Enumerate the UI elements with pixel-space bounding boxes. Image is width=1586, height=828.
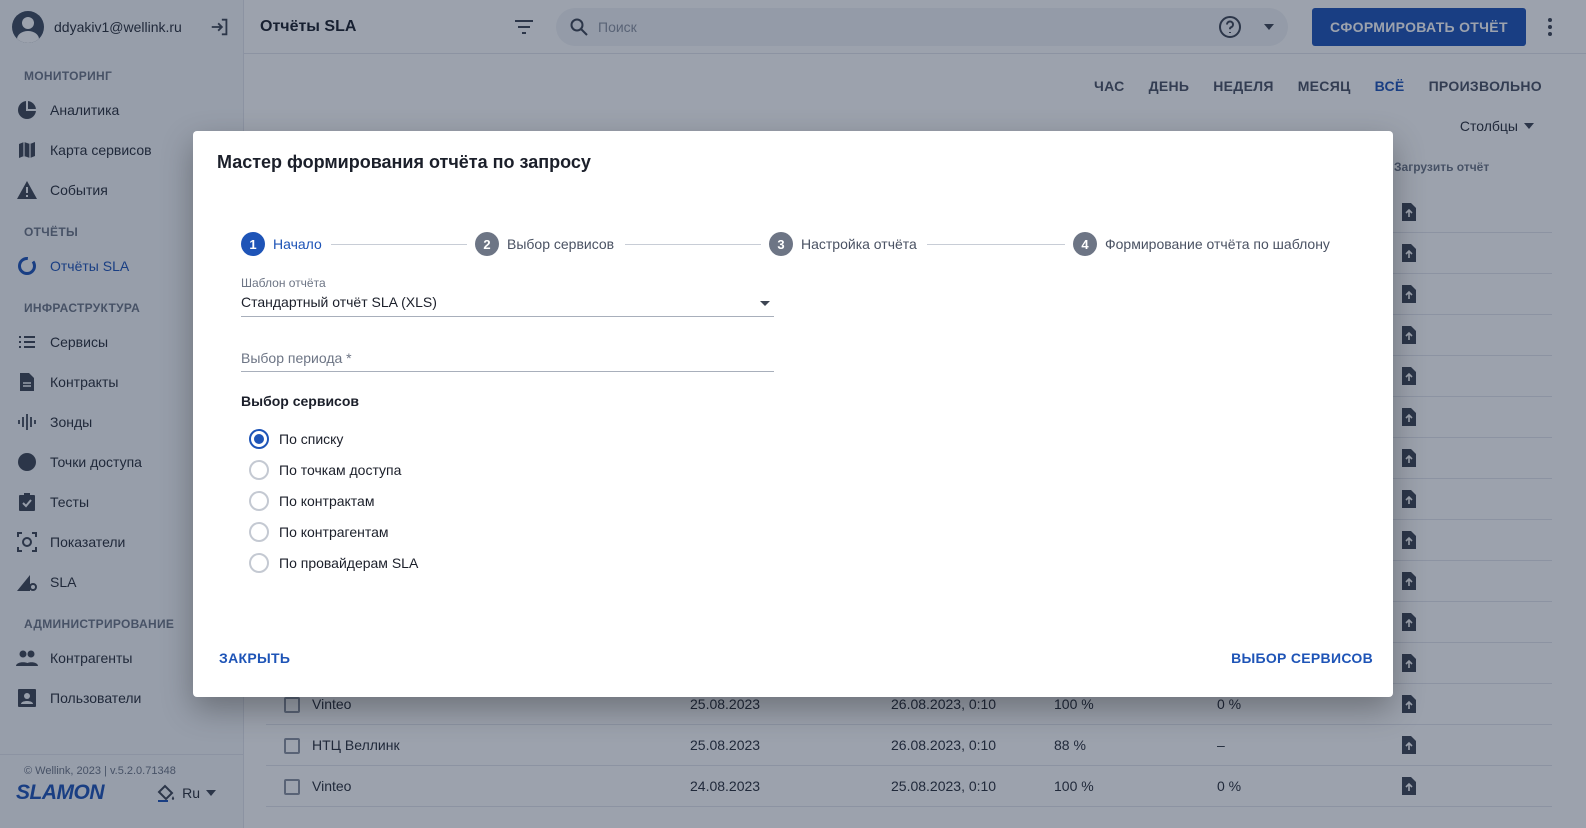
next-select-services-button[interactable]: ВЫБОР СЕРВИСОВ — [1231, 650, 1373, 666]
radio-by-contracts[interactable]: По контрактам — [249, 490, 418, 512]
radio-label: По провайдерам SLA — [279, 555, 419, 571]
services-radio-group: По списку По точкам доступа По контракта… — [249, 428, 418, 583]
step-connector — [625, 244, 761, 245]
step-number: 1 — [241, 232, 265, 256]
dialog-title: Мастер формирования отчёта по запросу — [217, 152, 591, 172]
field-placeholder: Выбор периода * — [241, 350, 352, 366]
services-selection-title: Выбор сервисов — [241, 393, 359, 409]
period-select-field[interactable]: Выбор периода * — [241, 350, 774, 372]
radio-by-list[interactable]: По списку — [249, 428, 418, 450]
step-number: 2 — [475, 232, 499, 256]
radio-label: По контрагентам — [279, 524, 389, 540]
report-template-select[interactable]: Шаблон отчёта Стандартный отчёт SLA (XLS… — [241, 276, 774, 317]
report-wizard-dialog: Мастер формирования отчёта по запросу 1 … — [193, 131, 1393, 697]
field-value: Стандартный отчёт SLA (XLS) — [241, 294, 437, 310]
step-label: Начало — [273, 236, 322, 252]
radio-by-contractors[interactable]: По контрагентам — [249, 521, 418, 543]
radio-button[interactable] — [249, 460, 269, 480]
step-label: Выбор сервисов — [507, 236, 615, 252]
step-report-settings: 3 Настройка отчёта — [769, 232, 917, 256]
close-button[interactable]: ЗАКРЫТЬ — [219, 650, 290, 666]
radio-by-sla-providers[interactable]: По провайдерам SLA — [249, 552, 418, 574]
field-label: Шаблон отчёта — [241, 276, 326, 290]
radio-button[interactable] — [249, 429, 269, 449]
step-template-generation: 4 Формирование отчёта по шаблону — [1073, 232, 1330, 256]
step-number: 4 — [1073, 232, 1097, 256]
radio-by-access-points[interactable]: По точкам доступа — [249, 459, 418, 481]
radio-button[interactable] — [249, 553, 269, 573]
step-connector — [331, 244, 467, 245]
wizard-stepper: 1 Начало 2 Выбор сервисов 3 Настройка от… — [241, 232, 1347, 256]
step-number: 3 — [769, 232, 793, 256]
radio-label: По контрактам — [279, 493, 375, 509]
radio-label: По точкам доступа — [279, 462, 402, 478]
step-label: Настройка отчёта — [801, 236, 917, 252]
radio-label: По списку — [279, 431, 344, 447]
step-service-selection: 2 Выбор сервисов — [475, 232, 614, 256]
radio-button[interactable] — [249, 522, 269, 542]
step-connector — [927, 244, 1065, 245]
radio-button[interactable] — [249, 491, 269, 511]
step-label: Формирование отчёта по шаблону — [1105, 236, 1330, 252]
step-start: 1 Начало — [241, 232, 322, 256]
dropdown-arrow-icon — [760, 301, 770, 306]
